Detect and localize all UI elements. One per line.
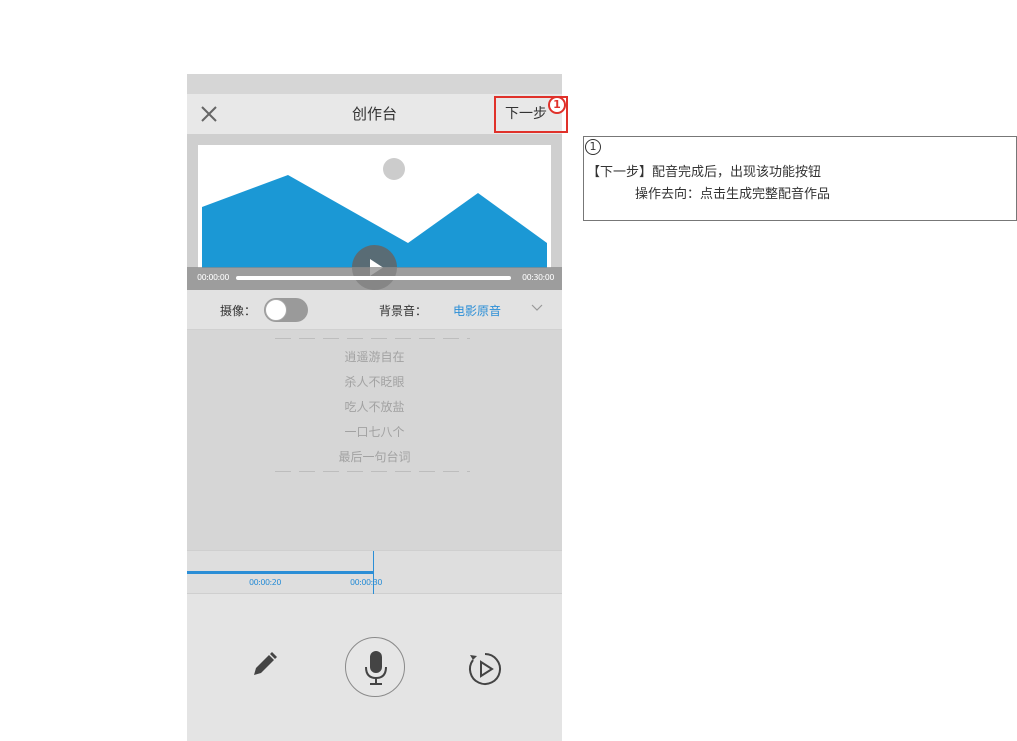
timeline-tick: 00:00:20 (249, 578, 281, 587)
phone-screen: 创作台 下一步 1 00:00:00 00:30:00 摄像： 背景音： 电影原… (187, 74, 568, 741)
video-progress-bar: 00:00:00 00:30:00 (187, 267, 562, 290)
script-line: 吃人不放盐 (344, 400, 405, 414)
script-line: 一口七八个 (344, 425, 405, 439)
annotation-description: 【下一步】配音完成后，出现该功能按钮 (587, 165, 822, 180)
timeline-tick: 00:00:30 (350, 578, 382, 587)
replay-preview-icon[interactable] (467, 651, 503, 687)
chevron-down-icon[interactable] (531, 304, 543, 312)
nav-bar: 创作台 下一步 1 (187, 94, 568, 134)
bottom-toolbar (187, 594, 562, 741)
camera-label: 摄像： (220, 304, 257, 318)
total-time: 00:30:00 (522, 273, 554, 282)
current-time: 00:00:00 (197, 273, 229, 282)
record-button[interactable] (345, 637, 405, 697)
sun-shape (383, 158, 405, 180)
annotation-action: 操作去向：点击生成完整配音作品 (635, 187, 831, 202)
timeline-progress (187, 571, 373, 574)
bgm-label: 背景音： (379, 304, 428, 318)
script-line: 杀人不眨眼 (344, 375, 405, 389)
divider (275, 471, 470, 472)
status-bar (187, 74, 562, 94)
annotation-note: 1 【下一步】配音完成后，出现该功能按钮 操作去向：点击生成完整配音作品 (583, 136, 1017, 221)
divider (275, 338, 470, 339)
progress-track[interactable] (236, 276, 511, 280)
script-lines: 逍遥游自在 杀人不眨眼 吃人不放盐 一口七八个 最后一句台词 (187, 330, 562, 550)
pencil-icon[interactable] (250, 649, 280, 679)
camera-toggle[interactable] (264, 298, 308, 322)
annotation-number: 1 (585, 139, 601, 155)
microphone-icon (365, 651, 387, 685)
toggle-knob (265, 299, 287, 321)
script-line: 逍遥游自在 (344, 350, 405, 364)
annotation-badge: 1 (548, 96, 566, 114)
timeline[interactable]: 00:00:20 00:00:30 (187, 550, 562, 594)
timeline-cursor[interactable] (373, 551, 374, 594)
options-row: 摄像： 背景音： 电影原音 (187, 290, 562, 330)
script-line: 最后一句台词 (338, 450, 411, 464)
video-player[interactable]: 00:00:00 00:30:00 (187, 134, 562, 290)
bgm-select[interactable]: 电影原音 (453, 302, 501, 319)
